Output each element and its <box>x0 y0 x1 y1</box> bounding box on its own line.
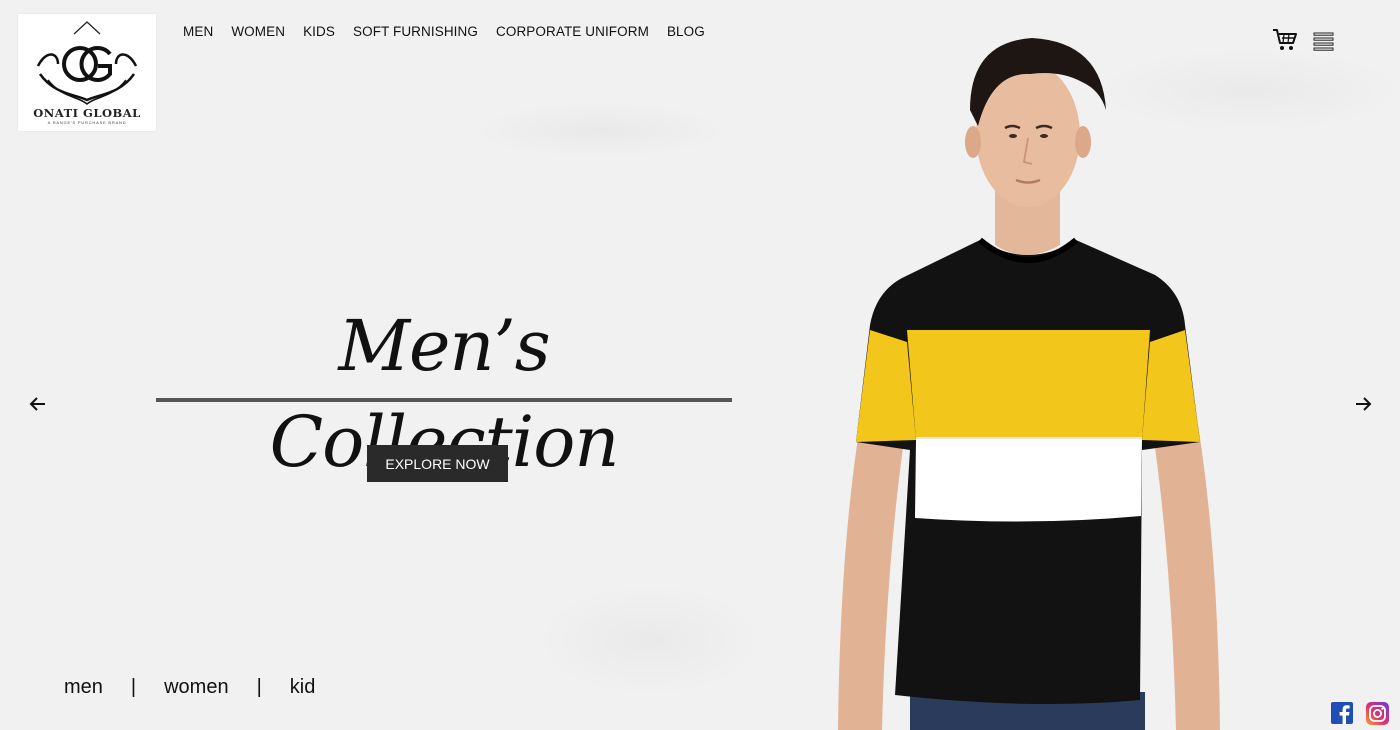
menu-icon[interactable] <box>1313 32 1334 51</box>
category-link-women[interactable]: women <box>164 676 228 699</box>
nav-item-men[interactable]: MEN <box>183 24 213 39</box>
brand-logo[interactable]: ONATI GLOBAL A RANGE'S PURCHASE BRAND <box>18 14 156 131</box>
explore-now-button[interactable]: EXPLORE NOW <box>367 445 508 482</box>
nav-item-blog[interactable]: BLOG <box>667 24 705 39</box>
arrow-left-icon[interactable] <box>29 396 47 412</box>
model-photo <box>838 38 1220 730</box>
nav-item-women[interactable]: WOMEN <box>231 24 285 39</box>
category-separator: | <box>130 676 137 698</box>
arrow-right-icon[interactable] <box>1354 396 1372 412</box>
category-link-men[interactable]: men <box>64 676 103 699</box>
brand-name: ONATI GLOBAL <box>33 106 141 120</box>
nav-item-kids[interactable]: KIDS <box>303 24 335 39</box>
category-links: men | women | kid <box>64 676 315 699</box>
cart-icon[interactable] <box>1272 28 1298 52</box>
nav-item-soft-furnishing[interactable]: SOFT FURNISHING <box>353 24 478 39</box>
hero-divider <box>156 398 732 402</box>
category-separator: | <box>256 676 262 698</box>
facebook-icon[interactable] <box>1331 702 1353 724</box>
main-nav: MEN WOMEN KIDS SOFT FURNISHING CORPORATE… <box>183 24 705 39</box>
category-link-kid[interactable]: kid <box>290 676 316 699</box>
instagram-icon[interactable] <box>1366 702 1389 725</box>
brand-tagline: A RANGE'S PURCHASE BRAND <box>47 120 127 125</box>
nav-item-corporate-uniform[interactable]: CORPORATE UNIFORM <box>496 24 649 39</box>
